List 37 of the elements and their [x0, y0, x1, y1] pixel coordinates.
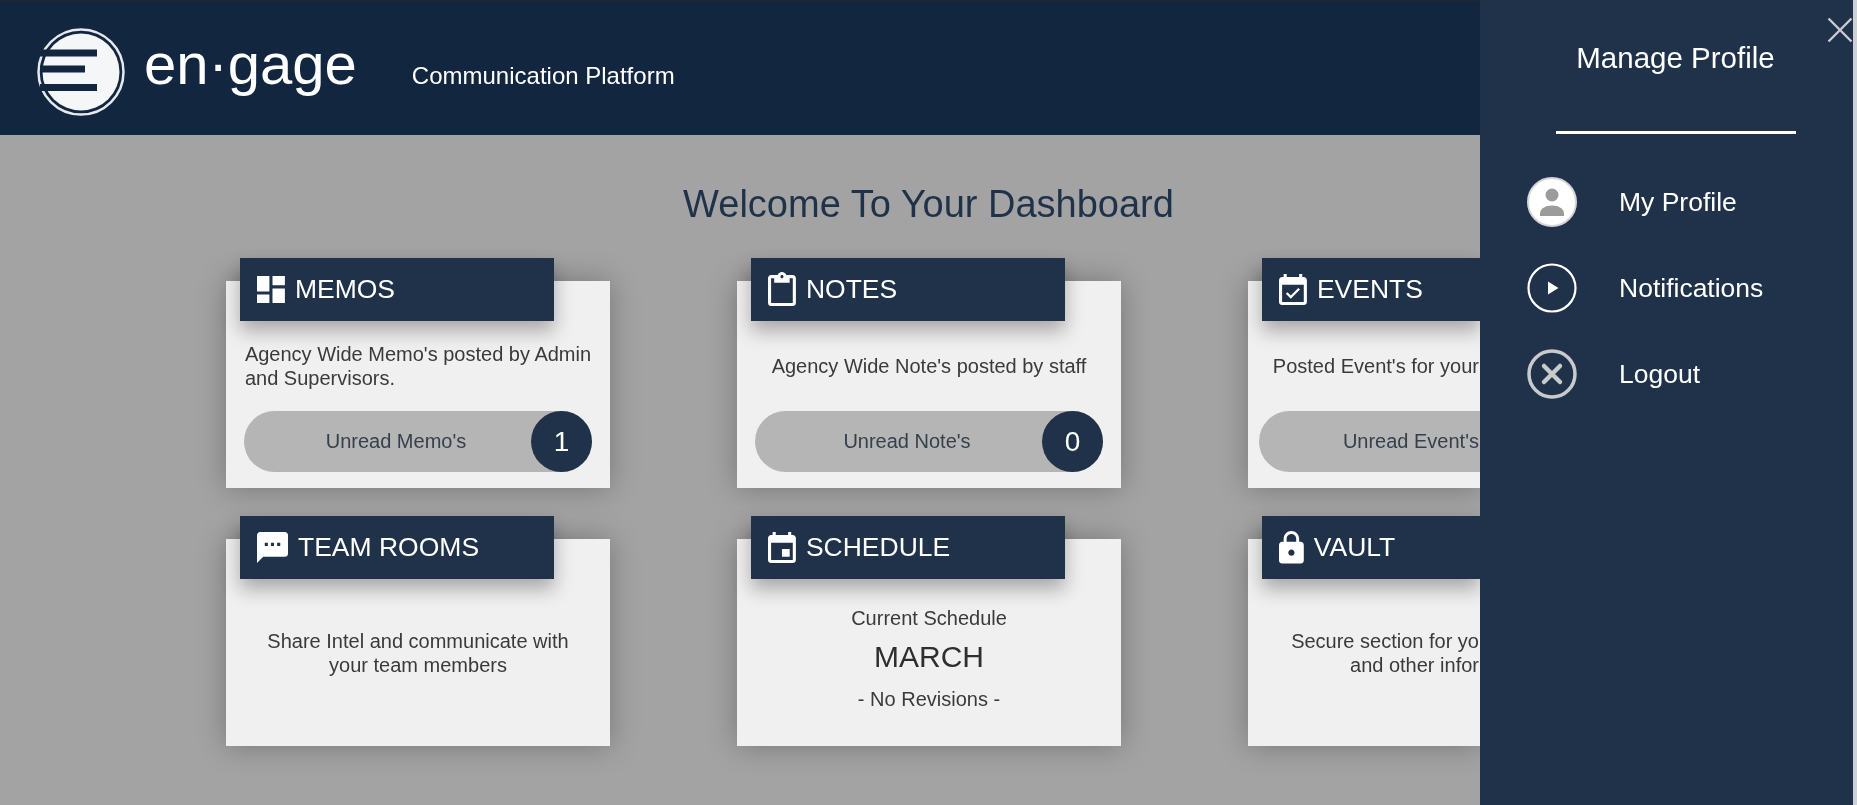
menu-item[interactable]: Notifications — [1527, 263, 1764, 313]
close-icon — [1827, 17, 1853, 43]
card-title: MEMOS — [294, 274, 395, 305]
card-description: Agency Wide Memo's posted by Admin and Supervisors. — [244, 342, 592, 390]
count-badge: 1 — [531, 411, 592, 472]
card-title: TEAM ROOMS — [298, 532, 480, 563]
card-title: VAULT — [1313, 532, 1396, 563]
logo-icon — [37, 28, 125, 116]
card-description: Posted Event's for your — [1272, 354, 1479, 378]
schedule-note: - No Revisions - — [857, 687, 1001, 711]
play-circle-icon — [1527, 263, 1577, 313]
menu-item[interactable]: My Profile — [1527, 177, 1737, 227]
x-circle-icon — [1527, 349, 1577, 399]
person-avatar-icon — [1527, 177, 1577, 227]
logo-text: en·gage — [144, 31, 357, 97]
schedule-label: Current Schedule — [851, 606, 1007, 630]
clipboard-icon — [768, 272, 796, 307]
calendar-check-icon — [1279, 274, 1307, 305]
card-title: NOTES — [805, 274, 898, 305]
unread-button[interactable]: Unread Note's 0 — [755, 411, 1103, 472]
panel-title: Manage Profile — [1576, 40, 1775, 76]
dashboard-title: Welcome To Your Dashboard — [683, 182, 1174, 227]
unread-button[interactable]: Unread Event's — [1259, 411, 1480, 472]
chat-bubble-icon — [257, 532, 288, 563]
card-description: Secure section for yo and other infor — [1291, 629, 1479, 677]
count-badge: 0 — [1042, 411, 1103, 472]
calendar-icon — [768, 532, 796, 563]
unread-button[interactable]: Unread Memo's 1 — [244, 411, 592, 472]
schedule-month: MARCH — [874, 639, 984, 675]
app-subtitle: Communication Platform — [411, 62, 675, 90]
tiles-icon — [257, 275, 285, 304]
menu-item[interactable]: Logout — [1527, 349, 1701, 399]
card-title: SCHEDULE — [805, 532, 951, 563]
card-description: Agency Wide Note's posted by staff — [771, 354, 1087, 378]
card-description: Share Intel and communicate with your team members — [267, 629, 569, 677]
lock-icon — [1279, 531, 1304, 564]
card-title: EVENTS — [1316, 274, 1423, 305]
